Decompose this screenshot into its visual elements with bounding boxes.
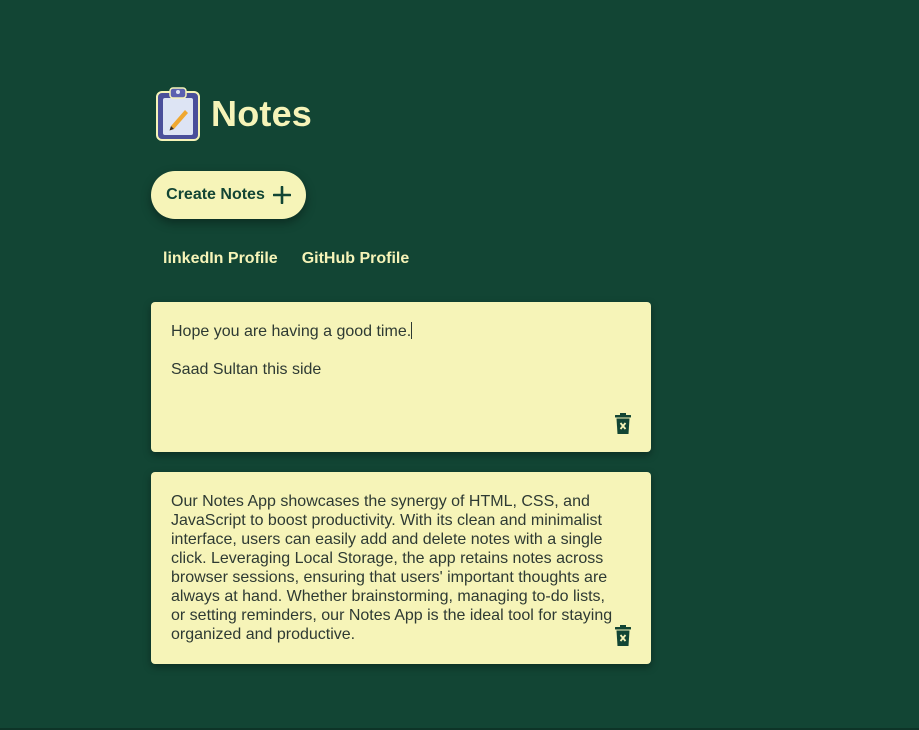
create-notes-button[interactable]: Create Notes [151,171,306,219]
clipboard-pencil-icon [156,87,200,141]
note-line-1: Hope you are having a good time. [171,323,412,340]
profile-links: linkedIn Profile GitHub Profile [163,250,409,268]
app-header: Notes [155,86,312,142]
note-card[interactable]: Our Notes App showcases the synergy of H… [151,472,651,664]
create-notes-label: Create Notes [166,186,265,203]
note-card[interactable]: Hope you are having a good time. Saad Su… [151,302,651,452]
page-title: Notes [211,93,313,134]
note-text[interactable]: Hope you are having a good time. [171,322,621,341]
linkedin-profile-link[interactable]: linkedIn Profile [163,250,278,268]
text-caret [411,322,413,339]
github-profile-link[interactable]: GitHub Profile [302,250,410,268]
note-line-2: Saad Sultan this side [171,361,322,378]
note-text[interactable]: Our Notes App showcases the synergy of H… [171,492,621,644]
trash-icon[interactable] [614,413,632,435]
plus-icon [272,186,291,204]
notes-app: Notes Create Notes linkedIn Profile GitH… [0,0,919,730]
trash-icon[interactable] [614,625,632,647]
